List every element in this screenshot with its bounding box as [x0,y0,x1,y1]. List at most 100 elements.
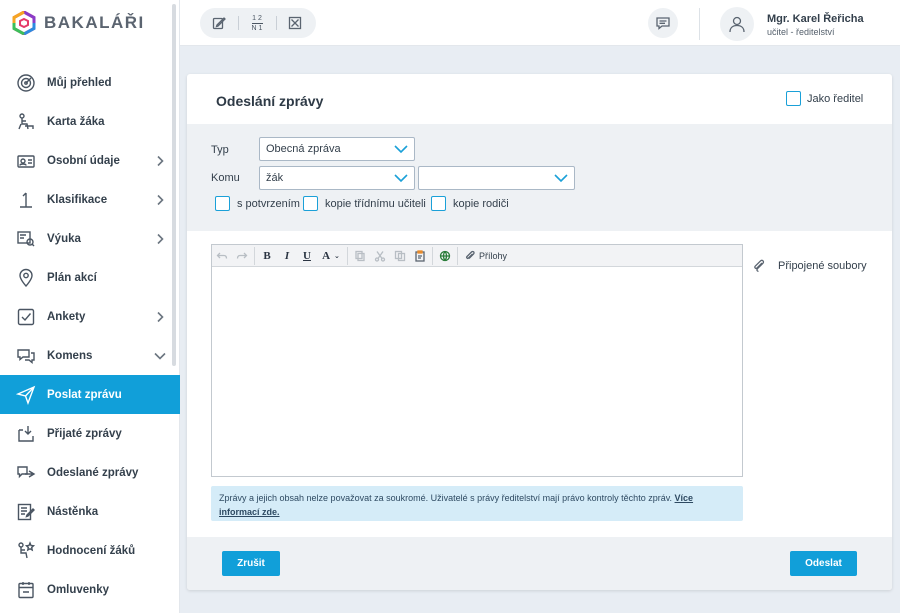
attached-files-link[interactable]: Připojené soubory [752,258,867,274]
toolbar-group: 1 2 N 1 [200,8,316,38]
chevron-down-icon [154,349,166,361]
notice-text: Zprávy a jejich obsah nelze považovat za… [219,493,675,503]
privacy-notice: Zprávy a jejich obsah nelze považovat za… [211,486,743,521]
noticeboard-icon [16,502,36,522]
attachments-button[interactable]: Přílohy [460,246,511,266]
type-select-value: Obecná zpráva [266,143,341,155]
copy-class-teacher-option[interactable]: kopie třídnímu učiteli [303,196,426,211]
sidebar-nav: Můj přehled Karta žáka Osobní údaje Klasifi… [0,63,180,609]
chat-button[interactable] [648,8,678,38]
evaluation-icon [16,540,36,561]
grade-icon [16,190,36,210]
teaching-icon [16,229,36,249]
messages-icon [16,346,36,366]
sidebar-item-inbox[interactable]: Přijaté zprávy [0,414,180,453]
sidebar-item-grade[interactable]: Klasifikace [0,180,180,219]
edit-icon [212,17,226,30]
link-button[interactable] [435,246,455,266]
recipient-select[interactable] [418,166,575,190]
underline-button[interactable]: U [297,246,317,266]
chevron-right-icon [154,193,166,206]
confirmation-label: s potvrzením [237,197,300,210]
cut-icon [374,250,386,262]
close-box-button[interactable] [276,8,314,38]
sidebar-item-label: Komens [47,349,93,362]
sidebar-item-label: Odeslané zprávy [47,466,139,479]
survey-icon [16,307,36,327]
as-director-option[interactable]: Jako ředitel [786,91,863,106]
copy-icon [355,250,365,261]
sidebar-item-messages[interactable]: Komens [0,336,180,375]
sidebar-item-evaluation[interactable]: Hodnocení žáků [0,531,180,570]
copy-parents-label: kopie rodiči [453,197,509,210]
sidebar-item-sent[interactable]: Odeslané zprávy [0,453,180,492]
sidebar-item-label: Přijaté zprávy [47,427,122,440]
copy-parents-checkbox[interactable] [431,196,446,211]
chat-icon [656,17,670,30]
send-icon [16,385,36,405]
cut-button[interactable] [370,246,390,266]
sidebar-item-personal-data[interactable]: Osobní údaje [0,141,180,180]
redo-button[interactable] [232,246,252,266]
message-body[interactable] [212,267,742,477]
type-label: Typ [211,144,229,156]
as-director-checkbox[interactable] [786,91,801,106]
text-color-button[interactable]: A ⌄ [317,246,345,266]
send-button[interactable]: Odeslat [790,551,857,576]
sidebar-item-label: Hodnocení žáků [47,544,136,557]
confirmation-option[interactable]: s potvrzením [215,196,300,211]
copy-class-teacher-checkbox[interactable] [303,196,318,211]
confirmation-checkbox[interactable] [215,196,230,211]
form-footer: Zrušit Odeslat [187,537,892,590]
logo[interactable]: BAKALÁŘI [0,0,179,46]
chevron-down-icon [394,143,408,155]
bold-button[interactable]: B [257,246,277,266]
copy-button[interactable] [350,246,370,266]
user-name[interactable]: Mgr. Karel Řeřicha [767,13,864,25]
sidebar-item-label: Osobní údaje [47,154,120,167]
undo-icon [216,252,228,259]
sidebar-item-location[interactable]: Plán akcí [0,258,180,297]
sidebar-item-noticeboard[interactable]: Nástěnka [0,492,180,531]
sidebar-item-label: Omluvenky [47,583,109,596]
attachments-label: Přílohy [479,250,508,261]
recipient-type-select[interactable]: žák [259,166,415,190]
chevron-right-icon [154,232,166,245]
recipient-form: Typ Obecná zpráva Komu žák [187,124,892,231]
paste-button[interactable] [410,246,430,266]
sidebar-item-label: Nástěnka [47,505,99,518]
cancel-button[interactable]: Zrušit [222,551,280,576]
sent-icon [16,463,36,483]
redo-icon [236,252,248,259]
sidebar-item-student[interactable]: Karta žáka [0,102,180,141]
sidebar: BAKALÁŘI Můj přehled Karta žáka Osobní úda… [0,0,180,613]
sidebar-item-survey[interactable]: Ankety [0,297,180,336]
personal-data-icon [16,151,36,171]
bakalari-logo-icon [12,11,36,35]
sidebar-item-label: Ankety [47,310,86,323]
chevron-right-icon [154,310,166,323]
sidebar-item-excuse[interactable]: Omluvenky [0,570,180,609]
edit-button[interactable] [200,8,238,38]
duplicate-button[interactable] [390,246,410,266]
sidebar-item-teaching[interactable]: Výuka [0,219,180,258]
fraction-button[interactable]: 1 2 N 1 [238,8,276,38]
italic-button[interactable]: I [277,246,297,266]
copy-parents-option[interactable]: kopie rodiči [431,196,509,211]
student-icon [16,112,36,132]
sidebar-item-label: Můj přehled [47,76,112,89]
recipient-type-value: žák [266,172,284,184]
sidebar-item-send[interactable]: Poslat zprávu [0,375,180,414]
type-select[interactable]: Obecná zpráva [259,137,415,161]
send-message-card: Odeslání zprávy Jako ředitel Typ Obecná … [187,74,892,590]
globe-link-icon [439,250,451,261]
duplicate-icon [394,250,406,261]
message-editor: B I U A ⌄ Přílohy [211,244,743,477]
fraction-icon: 1 2 N 1 [251,15,263,32]
undo-button[interactable] [212,246,232,266]
sidebar-item-dashboard[interactable]: Můj přehled [0,63,180,102]
fraction-bottom: N 1 [251,24,263,32]
as-director-label: Jako ředitel [807,92,864,105]
avatar[interactable] [720,7,754,41]
sidebar-item-label: Klasifikace [47,193,108,206]
